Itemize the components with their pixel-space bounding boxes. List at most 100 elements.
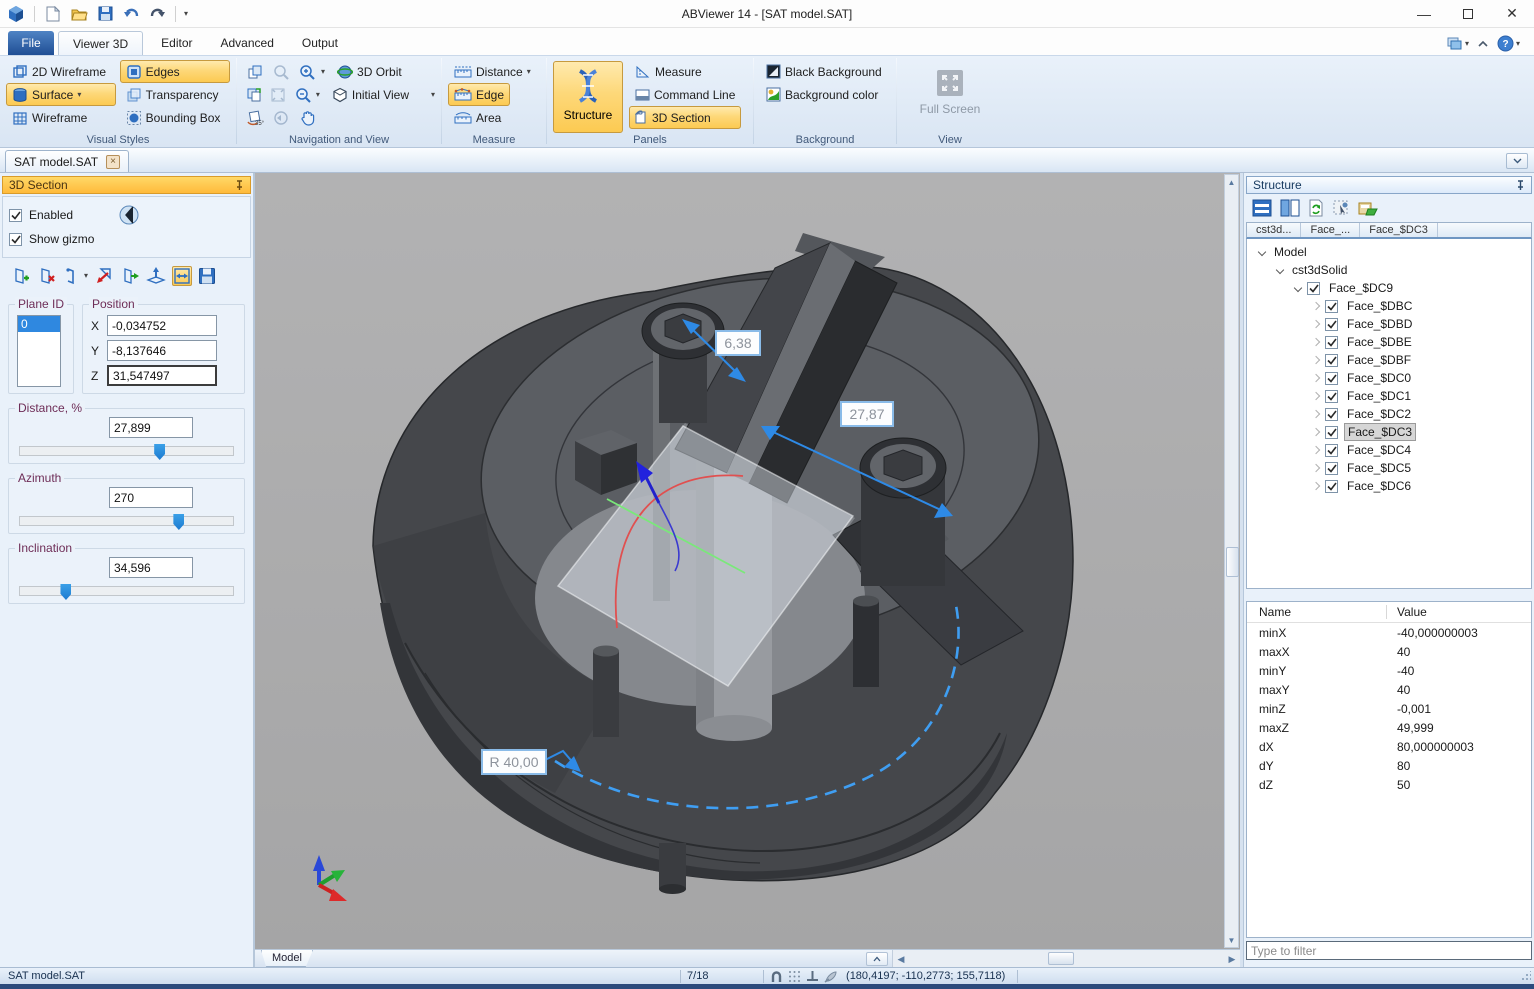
surface-caret[interactable]: ▾ (77, 91, 81, 99)
tree-item-parent-face[interactable]: Face_$DC9 (1247, 279, 1531, 297)
chevron-right-icon[interactable] (1312, 464, 1320, 472)
pin-icon[interactable] (1516, 180, 1525, 191)
flip-plane-icon[interactable] (120, 266, 140, 286)
vscroll-thumb[interactable] (1226, 547, 1239, 577)
distance-slider[interactable] (19, 446, 234, 456)
property-row[interactable]: minX -40,000000003 (1247, 623, 1531, 642)
save-section-icon[interactable] (198, 267, 216, 285)
previous-view-icon[interactable] (269, 107, 293, 129)
chevron-right-icon[interactable] (1312, 338, 1320, 346)
property-row[interactable]: minY -40 (1247, 661, 1531, 680)
select-by-cursor-icon[interactable] (1332, 199, 1350, 217)
tree-item-face[interactable]: Face_$DC6 (1247, 477, 1531, 495)
pin-icon[interactable] (235, 180, 244, 191)
checkbox[interactable] (1325, 426, 1338, 439)
collapse-ribbon-icon[interactable] (1477, 40, 1489, 48)
model-layout-tab[interactable]: Model (261, 950, 313, 967)
btn-measure-panel[interactable]: Measure (629, 60, 741, 83)
inclination-slider[interactable] (19, 586, 234, 596)
chevron-right-icon[interactable] (1312, 302, 1320, 310)
qat-menu-caret[interactable]: ▾ (184, 10, 188, 18)
show-gizmo-checkbox[interactable] (9, 233, 22, 246)
rotate-plane-icon[interactable] (62, 266, 78, 286)
structure-tree[interactable]: Model cst3dSolid Face_$DC9 Face_$DBC Fac… (1246, 239, 1532, 589)
tree-item-face[interactable]: Face_$DBF (1247, 351, 1531, 369)
ribbon-style-icon[interactable]: ▾ (1447, 37, 1469, 51)
checkbox[interactable] (1325, 354, 1338, 367)
open-file-icon[interactable] (69, 4, 89, 24)
chevron-right-icon[interactable] (1312, 410, 1320, 418)
checkbox[interactable] (1325, 390, 1338, 403)
chevron-down-icon[interactable] (1294, 284, 1302, 292)
distance-input[interactable] (109, 417, 193, 438)
tree-item-face[interactable]: Face_$DBE (1247, 333, 1531, 351)
tab-advanced[interactable]: Advanced (207, 31, 288, 55)
btn-command-line[interactable]: Command Line (629, 83, 741, 106)
help-icon[interactable]: ?▾ (1497, 35, 1520, 52)
tree-item-model[interactable]: Model (1247, 243, 1531, 261)
btn-distance[interactable]: Distance▾ (448, 60, 537, 83)
initial-view-caret[interactable]: ▾ (431, 91, 435, 99)
chevron-right-icon[interactable] (1312, 428, 1320, 436)
redo-icon[interactable] (147, 4, 167, 24)
filter-input[interactable] (1246, 941, 1532, 960)
doc-tabbar-menu-button[interactable] (1506, 153, 1528, 169)
btn-black-background[interactable]: Black Background (760, 60, 888, 83)
azimuth-slider[interactable] (19, 516, 234, 526)
btn-wireframe[interactable]: Wireframe (6, 106, 116, 129)
snap-magnet-icon[interactable] (770, 970, 783, 983)
plane-id-item[interactable]: 0 (18, 316, 60, 332)
draw-style-icon[interactable] (824, 970, 838, 983)
breadcrumb-item[interactable]: Face_$DC3 (1360, 223, 1438, 237)
btn-surface[interactable]: Surface▾ (6, 83, 116, 106)
property-row[interactable]: dY 80 (1247, 756, 1531, 775)
btn-area[interactable]: Area (448, 106, 507, 129)
btn-3d-orbit[interactable]: 3D Orbit (331, 60, 408, 83)
tab-file[interactable]: File (8, 31, 54, 55)
property-row[interactable]: minZ -0,001 (1247, 699, 1531, 718)
chevron-right-icon[interactable] (1312, 356, 1320, 364)
pan-icon[interactable] (295, 107, 319, 129)
scroll-left-icon[interactable]: ◀ (893, 951, 909, 967)
viewport-3d[interactable]: 6,38 27,87 R 40,00 (255, 173, 1240, 967)
checkbox[interactable] (1325, 480, 1338, 493)
position-y-input[interactable] (107, 340, 217, 361)
maximize-button[interactable] (1446, 0, 1490, 27)
azimuth-input[interactable] (109, 487, 193, 508)
split-rows-icon[interactable] (1252, 199, 1272, 217)
scroll-up-icon[interactable]: ▲ (1225, 175, 1238, 189)
rotate-view-icon[interactable]: 35° (243, 107, 267, 129)
chevron-right-icon[interactable] (1312, 446, 1320, 454)
rotate-plane-caret[interactable]: ▾ (84, 272, 88, 280)
btn-transparency[interactable]: Transparency (120, 83, 230, 106)
btn-bounding-box[interactable]: Bounding Box (120, 106, 230, 129)
distance-caret[interactable]: ▾ (527, 68, 531, 76)
hscroll-thumb[interactable] (1048, 952, 1074, 965)
btn-2d-wireframe[interactable]: 2D Wireframe (6, 60, 116, 83)
breadcrumb-item[interactable]: cst3d... (1247, 223, 1301, 237)
zoom-in-icon[interactable] (295, 61, 319, 83)
enabled-checkbox[interactable] (9, 209, 22, 222)
app-icon[interactable] (6, 4, 26, 24)
tree-item-face[interactable]: Face_$DBD (1247, 315, 1531, 333)
zoom-in-caret[interactable]: ▾ (321, 68, 325, 76)
btn-structure-panel[interactable]: Structure (553, 61, 623, 133)
delete-plane-icon[interactable] (36, 266, 56, 286)
add-plane-icon[interactable] (10, 266, 30, 286)
scroll-right-icon[interactable]: ▶ (1224, 951, 1240, 967)
checkbox[interactable] (1325, 444, 1338, 457)
paste-view-icon[interactable] (243, 84, 265, 106)
model-canvas[interactable]: 6,38 27,87 R 40,00 (255, 173, 1240, 949)
checkbox[interactable] (1307, 282, 1320, 295)
zoom-extents-icon[interactable] (267, 84, 289, 106)
checkbox[interactable] (1325, 408, 1338, 421)
close-tab-icon[interactable]: × (106, 155, 120, 169)
btn-3d-section-panel[interactable]: 3D Section (629, 106, 741, 129)
resize-grip[interactable] (1521, 971, 1531, 981)
tab-editor[interactable]: Editor (147, 31, 206, 55)
chevron-down-icon[interactable] (1258, 248, 1266, 256)
chevron-down-icon[interactable] (1276, 266, 1284, 274)
tree-item-face[interactable]: Face_$DC0 (1247, 369, 1531, 387)
ortho-icon[interactable] (806, 970, 819, 982)
refresh-icon[interactable] (1308, 199, 1324, 217)
